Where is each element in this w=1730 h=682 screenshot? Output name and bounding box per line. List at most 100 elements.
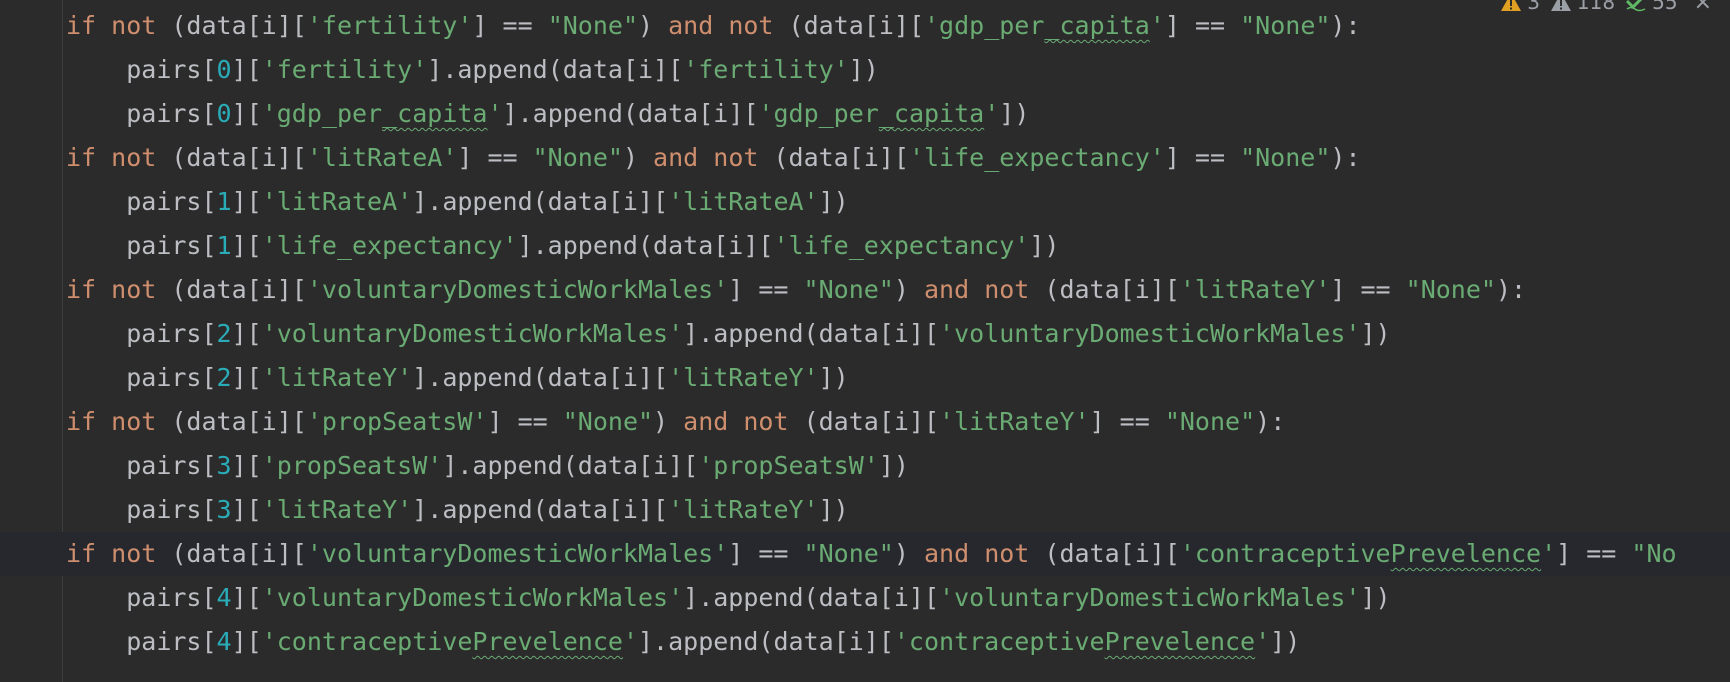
code-token: ] == bbox=[728, 275, 804, 304]
string-token: 'voluntaryDomesticWorkMales' bbox=[306, 275, 729, 304]
string-token: 'litRateY' bbox=[668, 363, 819, 392]
code-line[interactable]: pairs[1]['litRateA'].append(data[i]['lit… bbox=[66, 180, 1730, 224]
string-token: 'litRateY' bbox=[1179, 275, 1331, 304]
string-token: "None" bbox=[1240, 143, 1331, 172]
code-token: ].append(data[i][ bbox=[412, 187, 669, 216]
code-token: ]) bbox=[999, 99, 1030, 128]
code-line[interactable]: if not (data[i]['fertility'] == "None") … bbox=[66, 4, 1730, 48]
code-line[interactable]: pairs[4]['contraceptivePrevelence'].appe… bbox=[66, 620, 1730, 664]
string-token: ' bbox=[984, 99, 1000, 128]
code-line[interactable]: pairs[1]['life_expectancy'].append(data[… bbox=[66, 224, 1730, 268]
code-token: pairs[ bbox=[126, 495, 217, 524]
code-token: ][ bbox=[231, 319, 262, 348]
string-token: ' bbox=[1255, 627, 1271, 656]
code-token: (data[i][ bbox=[156, 11, 307, 40]
code-token: ): bbox=[1495, 275, 1527, 304]
code-token: ][ bbox=[231, 231, 262, 260]
code-line[interactable]: if not (data[i]['litRateA'] == "None") a… bbox=[66, 136, 1730, 180]
keyword-token: if bbox=[66, 275, 97, 304]
code-lines[interactable]: if not (data[i]['fertility'] == "None") … bbox=[0, 4, 1730, 664]
code-token: pairs[ bbox=[126, 451, 217, 480]
code-line[interactable]: pairs[0]['gdp_per_capita'].append(data[i… bbox=[66, 92, 1730, 136]
code-token: (data[i][ bbox=[156, 539, 307, 568]
string-token: 'propSeatsW' bbox=[261, 451, 443, 480]
code-token: (data[i][ bbox=[758, 143, 909, 172]
code-token: (data[i][ bbox=[1029, 275, 1180, 304]
string-token: "None" bbox=[803, 275, 894, 304]
keyword-token: not bbox=[111, 407, 157, 436]
keyword-token: if bbox=[66, 539, 97, 568]
string-token: "None" bbox=[1405, 275, 1496, 304]
string-token: 'voluntaryDomesticWorkMales' bbox=[939, 583, 1361, 612]
code-token: (data[i][ bbox=[1029, 539, 1180, 568]
code-line[interactable]: pairs[3]['propSeatsW'].append(data[i]['p… bbox=[66, 444, 1730, 488]
editor-gutter[interactable] bbox=[0, 0, 58, 682]
string-token: _capita bbox=[382, 99, 488, 128]
string-token: ' bbox=[1149, 11, 1165, 40]
number-token: 3 bbox=[216, 451, 232, 480]
code-token: ] == bbox=[457, 143, 533, 172]
string-token: ' bbox=[487, 99, 503, 128]
code-line[interactable]: if not (data[i][ 'voluntaryDomesticWorkMa… bbox=[66, 268, 1730, 312]
code-token: ].append(data[i][ bbox=[412, 495, 669, 524]
code-token: ]) bbox=[848, 55, 879, 84]
code-token: ): bbox=[1330, 143, 1361, 172]
code-token: ]) bbox=[1270, 627, 1301, 656]
keyword-token: if bbox=[66, 143, 97, 172]
code-line[interactable]: pairs[2]['litRateY'].append(data[i]['lit… bbox=[66, 356, 1730, 400]
code-line[interactable]: pairs[2]['voluntaryDomesticWorkMales'].a… bbox=[66, 312, 1730, 356]
keyword-token: not bbox=[111, 539, 157, 568]
string-token: 'voluntaryDomesticWorkMales' bbox=[306, 539, 729, 568]
string-token: "No bbox=[1631, 539, 1677, 568]
number-token: 0 bbox=[216, 55, 232, 84]
code-token: ].append(data[i][ bbox=[683, 583, 940, 612]
code-editor[interactable]: 3 118 55 × if not (data[i]['fertility'] … bbox=[0, 0, 1730, 682]
code-token: pairs[ bbox=[126, 319, 217, 348]
code-token: ]) bbox=[1360, 583, 1391, 612]
string-token: 'litRateY' bbox=[261, 363, 413, 392]
string-token: _capita bbox=[1044, 11, 1150, 40]
string-token: "None" bbox=[562, 407, 654, 436]
code-token: pairs[ bbox=[126, 99, 217, 128]
code-line[interactable]: pairs[0]['fertility'].append(data[i]['fe… bbox=[66, 48, 1730, 92]
code-token: ].append(data[i][ bbox=[638, 627, 894, 656]
code-token: ]) bbox=[878, 451, 909, 480]
code-line[interactable]: pairs[4]['voluntaryDomesticWorkMales'].a… bbox=[66, 576, 1730, 620]
number-token: 3 bbox=[216, 495, 232, 524]
code-token: ] == bbox=[1556, 539, 1632, 568]
keyword-token: not bbox=[713, 143, 759, 172]
string-token: 'voluntaryDomesticWorkMales' bbox=[261, 319, 684, 348]
code-token: pairs[ bbox=[126, 363, 217, 392]
string-token: 'gdp_per bbox=[924, 11, 1045, 40]
string-token: 'contraceptive bbox=[1179, 539, 1391, 568]
number-token: 1 bbox=[216, 187, 232, 216]
code-token: pairs[ bbox=[126, 627, 217, 656]
code-token: (data[i][ bbox=[773, 11, 924, 40]
code-token: ]) bbox=[818, 187, 849, 216]
code-token: pairs[ bbox=[126, 55, 217, 84]
number-token: 0 bbox=[216, 99, 232, 128]
string-token: 'fertility' bbox=[683, 55, 849, 84]
code-token: ][ bbox=[231, 627, 262, 656]
code-line[interactable]: if not (data[i]['propSeatsW'] == "None")… bbox=[66, 400, 1730, 444]
code-token: ][ bbox=[231, 99, 262, 128]
code-line[interactable]: pairs[3]['litRateY'].append(data[i]['lit… bbox=[66, 488, 1730, 532]
code-line[interactable]: if not (data[i]['voluntaryDomesticWorkMa… bbox=[0, 532, 1730, 576]
code-token: (data[i][ bbox=[156, 407, 307, 436]
code-token: ].append(data[i][ bbox=[442, 451, 699, 480]
code-token: ] == bbox=[1089, 407, 1165, 436]
string-token: 'gdp_per bbox=[261, 99, 383, 128]
string-token: 'litRateY' bbox=[668, 495, 819, 524]
keyword-token: not bbox=[111, 275, 157, 304]
keyword-token: and bbox=[683, 407, 729, 436]
string-token: 'litRateA' bbox=[668, 187, 819, 216]
